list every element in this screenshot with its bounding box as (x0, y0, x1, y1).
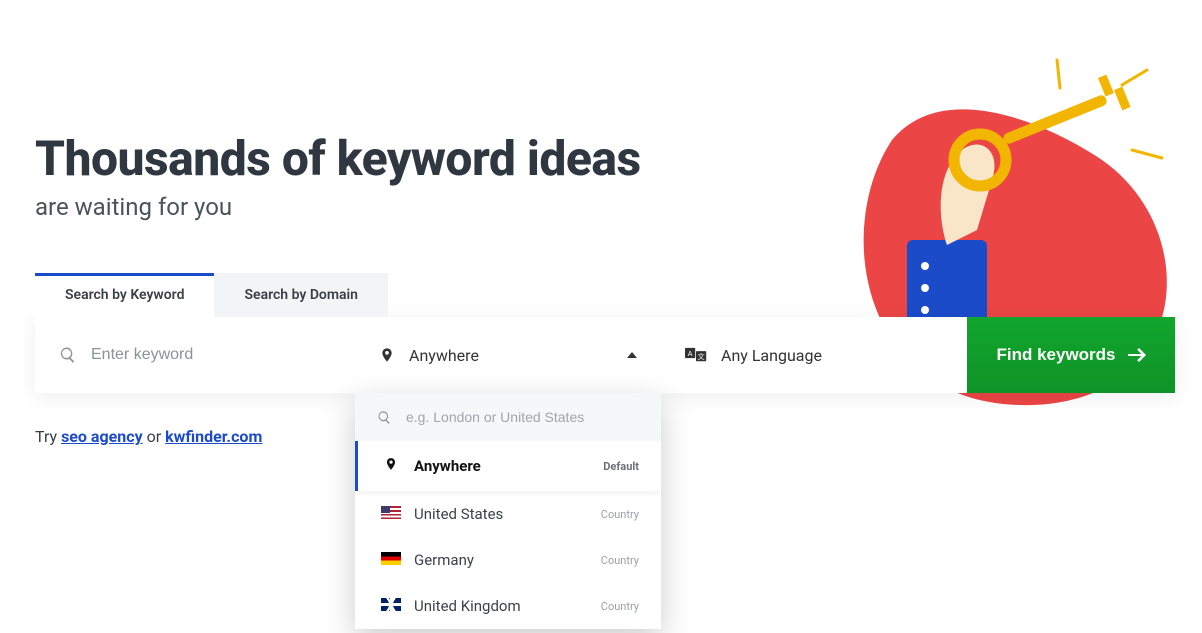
location-dropdown-search (355, 393, 661, 441)
arrow-right-icon (1128, 348, 1146, 362)
flag-de-icon (380, 551, 402, 569)
search-mode-tabs: Search by Keyword Search by Domain (35, 273, 1167, 317)
try-mid: or (143, 427, 165, 446)
location-search-input[interactable] (406, 409, 639, 425)
search-row: Anywhere Anywhere Default (35, 317, 1175, 393)
location-dropdown: Anywhere Default United States Country G… (355, 393, 661, 629)
location-option-anywhere[interactable]: Anywhere Default (355, 441, 661, 491)
try-prefix: Try (35, 427, 61, 446)
location-option-tag: Country (601, 600, 639, 613)
language-select[interactable]: A 文 Any Language (661, 317, 967, 393)
keyword-cell (35, 317, 355, 393)
svg-text:文: 文 (698, 352, 705, 361)
keyword-input[interactable] (91, 346, 331, 364)
location-selected-label: Anywhere (409, 346, 613, 365)
flag-us-icon (380, 505, 402, 523)
svg-text:A: A (688, 351, 693, 358)
location-option-germany[interactable]: Germany Country (355, 537, 661, 583)
try-link-kwfinder[interactable]: kwfinder.com (165, 427, 262, 446)
location-option-name: United States (414, 505, 589, 523)
page-title: Thousands of keyword ideas (35, 130, 1167, 187)
location-option-united-states[interactable]: United States Country (355, 491, 661, 537)
location-option-name: United Kingdom (414, 597, 589, 615)
location-select[interactable]: Anywhere Anywhere Default (355, 317, 661, 393)
location-option-united-kingdom[interactable]: United Kingdom Country (355, 583, 661, 629)
location-option-tag: Country (601, 554, 639, 567)
try-link-seo-agency[interactable]: seo agency (61, 427, 143, 446)
location-option-tag: Default (603, 460, 639, 473)
caret-up-icon (627, 352, 637, 358)
location-pin-icon (380, 455, 402, 477)
location-option-name: Anywhere (414, 457, 591, 475)
page-subtitle: are waiting for you (35, 193, 1167, 221)
find-keywords-button[interactable]: Find keywords (967, 317, 1175, 393)
location-pin-icon (379, 345, 395, 365)
location-option-tag: Country (601, 508, 639, 521)
tab-search-by-keyword[interactable]: Search by Keyword (35, 273, 214, 317)
tab-search-by-domain[interactable]: Search by Domain (214, 273, 388, 317)
location-dropdown-list[interactable]: Anywhere Default United States Country G… (355, 441, 661, 629)
search-icon (59, 346, 77, 364)
translate-icon: A 文 (685, 347, 707, 363)
search-icon (377, 410, 392, 425)
language-selected-label: Any Language (721, 346, 822, 365)
flag-uk-icon (380, 597, 402, 615)
location-option-name: Germany (414, 551, 589, 569)
find-keywords-label: Find keywords (996, 345, 1115, 365)
